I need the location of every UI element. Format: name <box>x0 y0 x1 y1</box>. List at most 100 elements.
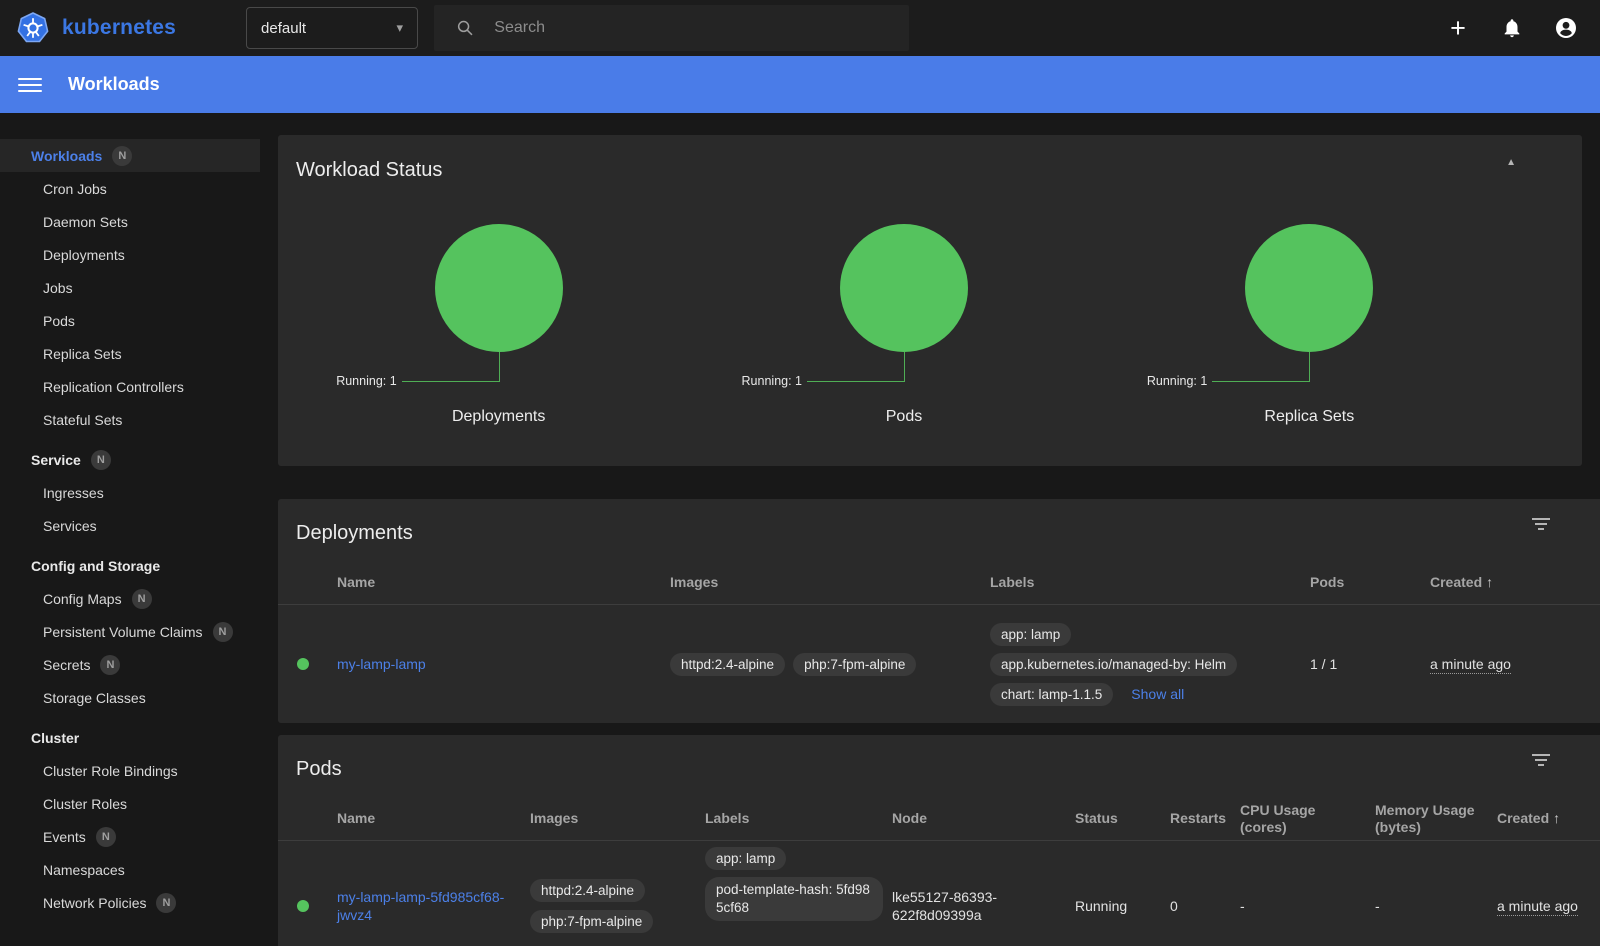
sidebar-section-cluster: Cluster <box>0 721 260 754</box>
filter-icon[interactable] <box>1530 751 1552 769</box>
column-header-created[interactable]: Created↑ <box>1430 574 1600 591</box>
sidebar-item-config-maps[interactable]: Config Maps N <box>0 582 260 615</box>
sidebar-item-workloads[interactable]: Workloads N <box>0 139 260 172</box>
leader-line <box>402 381 499 382</box>
hamburger-icon <box>18 78 42 80</box>
account-circle-icon <box>1554 16 1578 40</box>
bell-icon <box>1501 17 1523 39</box>
menu-button[interactable] <box>18 73 42 97</box>
sidebar-item-replica-sets[interactable]: Replica Sets <box>0 337 260 370</box>
search-icon <box>456 18 474 38</box>
page-title: Workloads <box>68 74 160 95</box>
deployments-title: Deployments <box>296 522 1600 545</box>
pie-slice-running[interactable] <box>1245 224 1373 352</box>
column-header-status[interactable]: Status <box>1075 810 1170 827</box>
sidebar-item-network-policies[interactable]: Network Policies N <box>0 886 260 919</box>
show-all-labels-link[interactable]: Show all <box>1131 686 1184 702</box>
sidebar-item-cron-jobs[interactable]: Cron Jobs <box>0 172 260 205</box>
namespaced-badge: N <box>132 589 152 609</box>
column-header-node[interactable]: Node <box>892 810 1075 827</box>
column-header-pods[interactable]: Pods <box>1310 574 1430 591</box>
column-header-name[interactable]: Name <box>337 574 670 591</box>
sort-ascending-icon: ↑ <box>1486 574 1493 590</box>
column-header-images[interactable]: Images <box>670 574 990 591</box>
column-header-created[interactable]: Created↑ <box>1497 810 1600 827</box>
leader-line <box>807 381 904 382</box>
brand-name: kubernetes <box>62 16 176 40</box>
image-chip: httpd:2.4-alpine <box>670 653 785 676</box>
pod-status: Running <box>1075 898 1170 914</box>
pods-pie-chart: Running: 1 Pods <box>701 224 1106 426</box>
sidebar-item-events[interactable]: Events N <box>0 820 260 853</box>
namespaced-badge: N <box>100 655 120 675</box>
pods-card: Pods Name Images Labels Node Status Rest… <box>278 735 1600 946</box>
column-header-images[interactable]: Images <box>530 810 705 827</box>
table-row[interactable]: my-lamp-lamp httpd:2.4-alpine php:7-fpm-… <box>278 605 1600 723</box>
namespaced-badge: N <box>112 146 132 166</box>
header-actions: + <box>1446 16 1578 40</box>
notifications-button[interactable] <box>1500 16 1524 40</box>
node-name: lke55127-86393-622f8d09399a <box>892 888 1032 924</box>
pods-count: 1 / 1 <box>1310 656 1430 672</box>
sidebar-item-cluster-roles[interactable]: Cluster Roles <box>0 787 260 820</box>
leader-line <box>1212 381 1309 382</box>
replica-sets-pie-chart: Running: 1 Replica Sets <box>1107 224 1512 426</box>
sidebar-item-jobs[interactable]: Jobs <box>0 271 260 304</box>
column-header-name[interactable]: Name <box>337 810 530 827</box>
chart-title: Replica Sets <box>1107 408 1512 426</box>
workload-status-charts: Running: 1 Deployments Running: 1 Pods <box>296 224 1558 426</box>
pie-slice-running[interactable] <box>435 224 563 352</box>
namespace-selector[interactable]: default ▾ <box>246 7 418 49</box>
sidebar-item-pods[interactable]: Pods <box>0 304 260 337</box>
filter-icon[interactable] <box>1530 515 1552 533</box>
create-resource-button[interactable]: + <box>1446 16 1470 40</box>
memory-usage: - <box>1375 898 1497 914</box>
column-header-labels[interactable]: Labels <box>705 810 892 827</box>
leader-line <box>1309 352 1310 382</box>
chart-title: Deployments <box>296 408 701 426</box>
sidebar-item-service[interactable]: Service N <box>0 443 260 476</box>
deployments-card: Deployments Name Images Labels Pods Crea… <box>278 499 1600 723</box>
image-chip: php:7-fpm-alpine <box>793 653 916 676</box>
label-chip: chart: lamp-1.1.5 <box>990 683 1113 706</box>
sidebar-item-secrets[interactable]: Secrets N <box>0 648 260 681</box>
sidebar-item-stateful-sets[interactable]: Stateful Sets <box>0 403 260 436</box>
sidebar-item-namespaces[interactable]: Namespaces <box>0 853 260 886</box>
sidebar-item-daemon-sets[interactable]: Daemon Sets <box>0 205 260 238</box>
column-header-labels[interactable]: Labels <box>990 574 1310 591</box>
label-chip: app: lamp <box>990 623 1071 646</box>
deployments-table-header: Name Images Labels Pods Created↑ <box>278 561 1600 605</box>
search-bar[interactable] <box>434 5 909 51</box>
sidebar-item-ingresses[interactable]: Ingresses <box>0 476 260 509</box>
sidebar-item-cluster-role-bindings[interactable]: Cluster Role Bindings <box>0 754 260 787</box>
deployment-name-link[interactable]: my-lamp-lamp <box>337 656 426 672</box>
pods-table-header: Name Images Labels Node Status Restarts … <box>278 797 1600 841</box>
pie-annotation: Running: 1 <box>336 374 396 388</box>
sidebar-item-services[interactable]: Services <box>0 509 260 542</box>
pod-name-link[interactable]: my-lamp-lamp-5fd985cf68-jwvz4 <box>337 889 504 923</box>
sidebar-item-replication-controllers[interactable]: Replication Controllers <box>0 370 260 403</box>
sidebar-item-storage-classes[interactable]: Storage Classes <box>0 681 260 714</box>
search-input[interactable] <box>494 19 893 37</box>
workload-status-title: Workload Status <box>296 159 1558 182</box>
sort-ascending-icon: ↑ <box>1553 810 1560 826</box>
table-row[interactable]: my-lamp-lamp-5fd985cf68-jwvz4 httpd:2.4-… <box>278 841 1600 946</box>
created-timestamp: a minute ago <box>1497 898 1578 916</box>
kubernetes-logo[interactable]: kubernetes <box>16 11 176 45</box>
leader-line <box>499 352 500 382</box>
label-chip: pod-template-hash: 5fd985cf68 <box>705 877 883 921</box>
column-header-restarts[interactable]: Restarts <box>1170 810 1240 827</box>
column-header-memory[interactable]: Memory Usage (bytes) <box>1375 802 1497 836</box>
account-button[interactable] <box>1554 16 1578 40</box>
pie-slice-running[interactable] <box>840 224 968 352</box>
label-chip: app: lamp <box>705 847 786 870</box>
sidebar-section-config-and-storage: Config and Storage <box>0 549 260 582</box>
image-chip: php:7-fpm-alpine <box>530 910 653 933</box>
sidebar-item-deployments[interactable]: Deployments <box>0 238 260 271</box>
pie-annotation: Running: 1 <box>1147 374 1207 388</box>
column-header-cpu[interactable]: CPU Usage (cores) <box>1240 802 1375 836</box>
sidebar-item-persistent-volume-claims[interactable]: Persistent Volume Claims N <box>0 615 260 648</box>
created-timestamp: a minute ago <box>1430 656 1511 674</box>
label-chip: app.kubernetes.io/managed-by: Helm <box>990 653 1237 676</box>
collapse-card-button[interactable]: ▲ <box>1506 157 1516 168</box>
